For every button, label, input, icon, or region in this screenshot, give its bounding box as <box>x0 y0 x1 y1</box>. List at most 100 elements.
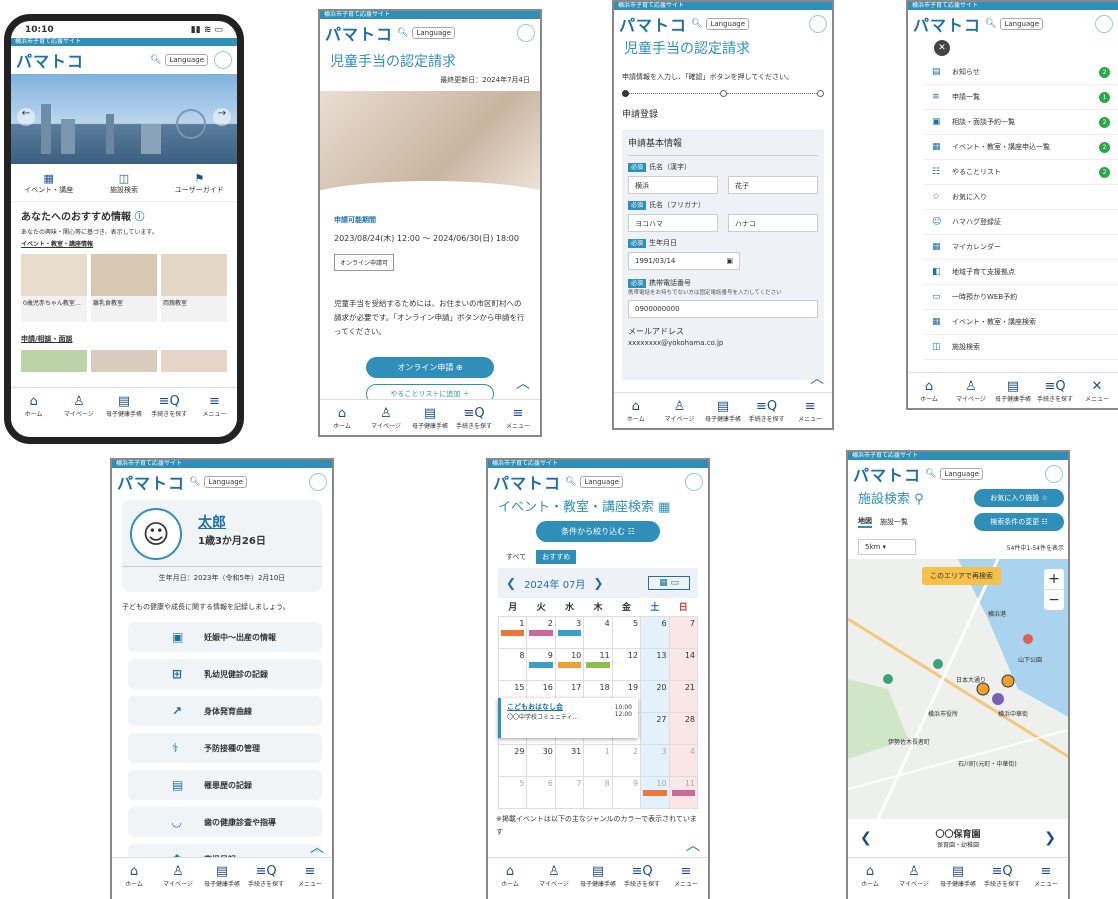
language-select[interactable]: Language <box>940 468 983 480</box>
avatar[interactable] <box>685 473 703 491</box>
calendar-day[interactable]: 8 <box>583 775 613 809</box>
tab-recommended[interactable]: おすすめ <box>536 550 577 564</box>
record-item[interactable]: ▤ 罹患歴の記録 <box>128 770 322 800</box>
language-select[interactable]: Language <box>165 54 208 66</box>
scroll-top-icon[interactable]: ︿ <box>686 835 700 855</box>
nav-handbook[interactable]: ▤ 母子健康手帳 <box>408 400 452 435</box>
nav-menu[interactable]: ≡ メニュー <box>788 393 832 428</box>
calendar-day[interactable]: 20 <box>640 679 670 713</box>
event-bar[interactable] <box>529 661 553 668</box>
calendar-day[interactable]: 7 <box>668 615 699 649</box>
nav-search[interactable]: ≡Q 手続きを探す <box>620 858 664 893</box>
calendar-day[interactable]: 12 <box>611 647 642 681</box>
search-icon[interactable]: 🔍︎ <box>925 469 936 479</box>
language-select[interactable]: Language <box>706 18 749 30</box>
nav-mypage[interactable]: ♙ マイページ <box>56 388 101 423</box>
language-select[interactable]: Language <box>1000 18 1043 30</box>
calendar-day[interactable]: 1 <box>583 743 613 777</box>
calendar-icon[interactable]: ▣ <box>726 257 733 265</box>
calendar-day[interactable]: 29 <box>497 743 528 777</box>
rec-category[interactable]: イベント・教室・講座情報 <box>11 236 237 248</box>
nav-mypage[interactable]: ♙ マイページ <box>892 858 936 893</box>
zoom-out-button[interactable]: − <box>1044 589 1064 610</box>
view-toggle[interactable]: ▦ ▭ <box>648 576 690 590</box>
language-select[interactable]: Language <box>412 27 455 39</box>
change-conditions-button[interactable]: 検索条件の変更 ☷ <box>974 513 1064 531</box>
menu-item[interactable]: ▭ 一時預かりWEB予約 <box>924 285 1118 310</box>
prev-arrow-icon[interactable]: ← <box>17 108 35 126</box>
record-item[interactable]: ↗ 身体発育曲線 <box>128 696 322 726</box>
logo[interactable]: パマトコ <box>16 48 84 72</box>
event-bar[interactable] <box>643 789 667 796</box>
search-icon[interactable]: 🔍︎ <box>150 55 161 65</box>
avatar[interactable] <box>517 24 535 42</box>
avatar[interactable] <box>309 473 327 491</box>
tel-input[interactable]: 0900000000 <box>628 300 818 318</box>
favorite-facility-button[interactable]: お気に入り施設 ☆ <box>974 488 1064 507</box>
nav-search[interactable]: ≡Q 手続きを探す <box>980 858 1024 893</box>
logo[interactable]: パマトコ <box>913 12 981 36</box>
record-item[interactable]: ◡ 歯の健康診査や指導 <box>128 807 322 837</box>
tab-list[interactable]: 施設一覧 <box>880 517 908 527</box>
nav-mypage[interactable]: ♙ マイページ <box>156 858 200 893</box>
menu-item[interactable]: ☷ やることリスト 2 <box>924 160 1118 185</box>
calendar-day[interactable]: 14 <box>668 647 699 681</box>
calendar-day[interactable]: 30 <box>526 743 556 777</box>
event-link[interactable]: ▦ イベント・講座 <box>11 172 86 195</box>
first-kana-input[interactable]: ハナコ <box>728 214 818 232</box>
section-apply[interactable]: 申請/相談・面談 <box>11 322 237 344</box>
nav-mypage[interactable]: ♙ マイページ <box>532 858 576 893</box>
scroll-top-icon[interactable]: ︿ <box>810 368 824 388</box>
language-select[interactable]: Language <box>204 476 247 488</box>
last-kana-input[interactable]: ヨコハマ <box>628 214 718 232</box>
calendar-day[interactable]: 9 <box>611 775 642 809</box>
nav-handbook[interactable]: ▤ 母子健康手帳 <box>200 858 244 893</box>
search-area-button[interactable]: このエリアで再検索 <box>922 567 1001 585</box>
nav-home[interactable]: ⌂ ホーム <box>320 400 364 435</box>
nav-mypage[interactable]: ♙ マイページ <box>950 373 992 408</box>
nav-handbook[interactable]: ▤ 母子健康手帳 <box>936 858 980 893</box>
rec-card[interactable]: 離乳食教室 <box>91 254 157 322</box>
logo[interactable]: パマトコ <box>325 21 393 45</box>
event-bar[interactable] <box>501 629 525 636</box>
prev-month-icon[interactable]: ❮ <box>506 576 516 590</box>
logo[interactable]: パマトコ <box>853 462 921 486</box>
calendar-day[interactable]: 5 <box>497 775 528 809</box>
avatar[interactable] <box>214 51 232 69</box>
next-month-icon[interactable]: ❯ <box>593 576 603 590</box>
radius-select[interactable]: 5km ▾ <box>858 539 916 555</box>
rec-card[interactable]: 両親教室 <box>161 254 227 322</box>
calendar-day[interactable]: 1 <box>497 615 528 649</box>
calendar-day[interactable]: 8 <box>497 647 528 681</box>
nav-menu[interactable]: ✕ メニュー <box>1076 373 1118 408</box>
event-bar[interactable] <box>557 661 582 668</box>
menu-item[interactable]: ☺ ハマハグ登録証 <box>924 210 1118 235</box>
nav-search[interactable]: ≡Q 手続きを探す <box>244 858 288 893</box>
calendar-day[interactable]: 3 <box>554 615 585 649</box>
calendar-day[interactable]: 31 <box>554 743 585 777</box>
calendar-day[interactable]: 4 <box>583 615 613 649</box>
logo[interactable]: パマトコ <box>493 470 561 494</box>
event-bar[interactable] <box>557 629 582 636</box>
calendar-day[interactable]: 6 <box>640 615 670 649</box>
menu-item[interactable]: ≡ 申請一覧 1 <box>924 85 1118 110</box>
map[interactable]: 横浜港 山下公園 日本大通り 横浜市役所 伊勢佐木長者町 石川町(元町・中華街)… <box>848 559 1068 819</box>
menu-item[interactable]: ▤ お知らせ 2 <box>924 60 1118 85</box>
last-name-input[interactable]: 横浜 <box>628 176 718 194</box>
close-menu-button[interactable]: ✕ <box>934 40 950 56</box>
search-icon[interactable]: 🔍︎ <box>189 477 200 487</box>
facility-link[interactable]: ◫ 施設検索 <box>86 172 161 195</box>
event-title[interactable]: こどもおはなし会 <box>507 702 632 712</box>
menu-item[interactable]: ◧ 地域子育て支援拠点 <box>924 260 1118 285</box>
logo[interactable]: パマトコ <box>117 470 185 494</box>
nav-handbook[interactable]: ▤ 母子健康手帳 <box>576 858 620 893</box>
scroll-top-icon[interactable]: ︿ <box>310 837 324 857</box>
nav-home[interactable]: ⌂ ホーム <box>908 373 950 408</box>
menu-item[interactable]: ▣ 相談・面談予約一覧 2 <box>924 110 1118 135</box>
event-bar[interactable] <box>671 789 695 796</box>
card-photo[interactable] <box>21 350 87 372</box>
baby-avatar[interactable]: ☺ <box>130 508 182 560</box>
nav-mypage[interactable]: ♙ マイページ <box>364 400 408 435</box>
rec-card[interactable]: 0歳児赤ちゃん教室… <box>21 254 87 322</box>
calendar-day[interactable]: 21 <box>668 679 699 713</box>
